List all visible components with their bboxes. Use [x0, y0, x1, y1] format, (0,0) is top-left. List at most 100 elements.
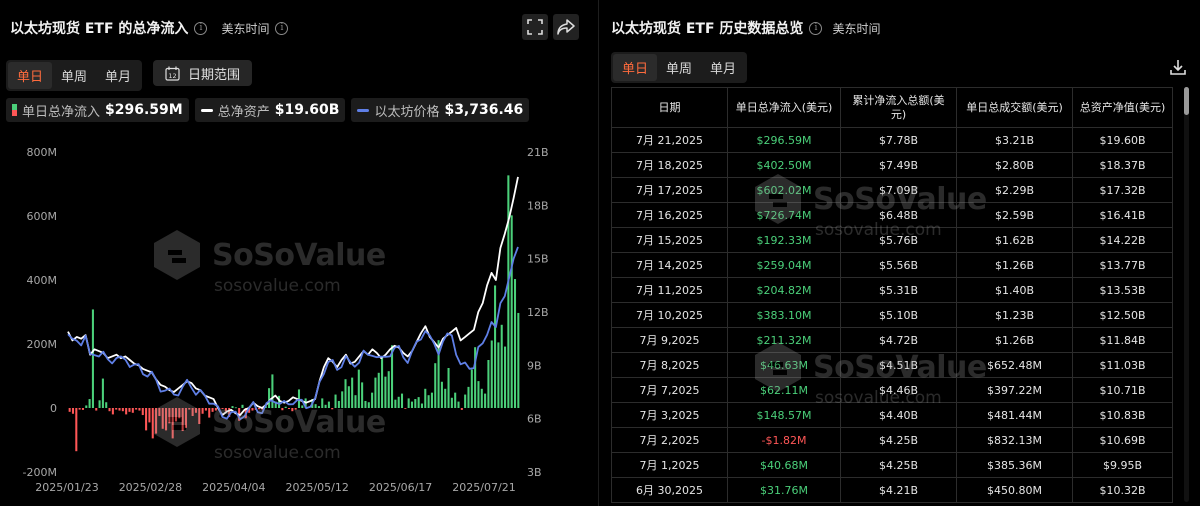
legend-eth-price[interactable]: 以太坊价格 $3,736.46	[351, 98, 530, 122]
inflow-bar	[131, 408, 134, 413]
table-cell: $13.77B	[1072, 252, 1173, 278]
table-cell: $4.51B	[840, 352, 957, 378]
inflow-bar	[178, 408, 181, 419]
inflow-bar	[374, 377, 377, 408]
fullscreen-icon[interactable]	[522, 14, 548, 40]
table-cell: 7月 7,2025	[611, 377, 728, 403]
table-cell: $6.48B	[840, 202, 957, 228]
table-row[interactable]: 7月 17,2025 $602.02M $7.09B $2.29B $17.32B	[611, 177, 1173, 203]
table-cell: $11.03B	[1072, 352, 1173, 378]
x-tick-label: 2025/01/23	[35, 481, 98, 494]
info-icon[interactable]: i	[809, 21, 823, 35]
inflow-bar	[145, 408, 148, 431]
table-cell: -$1.82M	[727, 427, 841, 453]
table-row[interactable]: 7月 9,2025 $211.32M $4.72B $1.26B $11.84B	[611, 327, 1173, 353]
table-row[interactable]: 7月 11,2025 $204.82M $5.31B $1.40B $13.53B	[611, 277, 1173, 303]
scrollbar-thumb[interactable]	[1184, 87, 1189, 115]
inflow-bar	[231, 406, 234, 408]
inflow-bar	[314, 404, 317, 408]
column-header[interactable]: 日期	[611, 87, 728, 128]
inflow-chart: 800M 600M 400M 200M 0 -200M 21B 18B 15B 12B 9B 6B 3B…	[23, 146, 549, 494]
table-cell: $450.80M	[956, 477, 1073, 503]
table-row[interactable]: 7月 16,2025 $726.74M $6.48B $2.59B $16.41B	[611, 202, 1173, 228]
table-cell: $62.11M	[727, 377, 841, 403]
table-row[interactable]: 7月 21,2025 $296.59M $7.78B $3.21B $19.60B	[611, 127, 1173, 153]
column-header[interactable]: 单日总净流入(美元)	[727, 87, 841, 128]
table-row[interactable]: 7月 2,2025 -$1.82M $4.25B $832.13M $10.69B	[611, 427, 1173, 453]
inflow-bar	[484, 393, 487, 408]
inflow-bar	[321, 398, 324, 408]
inflow-bar	[341, 391, 344, 408]
table-row[interactable]: 7月 7,2025 $62.11M $4.46B $397.22M $10.71B	[611, 377, 1173, 403]
svg-text:12: 12	[168, 72, 176, 80]
table-row[interactable]: 7月 1,2025 $40.68M $4.25B $385.36M $9.95B	[611, 452, 1173, 478]
table-cell: 7月 16,2025	[611, 202, 728, 228]
inflow-bar	[68, 408, 71, 412]
tab-monthly[interactable]: 单月	[96, 62, 140, 89]
tab-weekly[interactable]: 单周	[657, 54, 701, 81]
inflow-bar	[234, 407, 237, 409]
inflow-bar	[490, 340, 493, 408]
table-cell: $211.32M	[727, 327, 841, 353]
chart-legend: 单日总净流入 $296.59M 总净资产 $19.60B 以太坊价格 $3,73…	[6, 98, 530, 122]
inflow-bar	[221, 408, 224, 409]
table-scrollbar[interactable]	[1184, 87, 1189, 502]
table-row[interactable]: 7月 15,2025 $192.33M $5.76B $1.62B $14.22B	[611, 227, 1173, 253]
table-cell: $13.53B	[1072, 277, 1173, 303]
table-cell: $4.46B	[840, 377, 957, 403]
table-row[interactable]: 7月 14,2025 $259.04M $5.56B $1.26B $13.77B	[611, 252, 1173, 278]
inflow-bar	[400, 393, 404, 408]
column-header[interactable]: 单日总成交额(美元)	[956, 87, 1073, 128]
tab-daily[interactable]: 单日	[613, 54, 658, 81]
table-cell: $2.80B	[956, 152, 1073, 178]
table-cell: $46.63M	[727, 352, 841, 378]
inflow-bar	[121, 408, 124, 412]
table-cell: 7月 9,2025	[611, 327, 728, 353]
table-row[interactable]: 7月 8,2025 $46.63M $4.51B $652.48M $11.03B	[611, 352, 1173, 378]
inflow-bar	[351, 377, 354, 408]
table-cell: $10.83B	[1072, 402, 1173, 428]
y-right-tick-label: 21B	[527, 146, 549, 159]
table-cell: $10.71B	[1072, 377, 1173, 403]
table-row[interactable]: 7月 18,2025 $402.50M $7.49B $2.80B $18.37B	[611, 152, 1173, 178]
inflow-bar	[294, 408, 297, 410]
inflow-bar	[128, 408, 131, 412]
table-cell: $259.04M	[727, 252, 841, 278]
inflow-bar	[301, 405, 304, 408]
date-range-button[interactable]: 12 日期范围	[153, 60, 253, 86]
inflow-bar	[241, 404, 244, 408]
date-range-label: 日期范围	[188, 67, 241, 83]
inflow-bar	[191, 408, 194, 416]
inflow-bar	[364, 400, 367, 408]
download-icon[interactable]	[1167, 56, 1189, 78]
column-header[interactable]: 总资产净值(美元)	[1072, 87, 1173, 128]
table-cell: 7月 15,2025	[611, 227, 728, 253]
inflow-bar	[464, 394, 467, 408]
table-row[interactable]: 7月 10,2025 $383.10M $5.10B $1.23B $12.50B	[611, 302, 1173, 328]
tab-daily[interactable]: 单日	[8, 62, 53, 89]
table-cell: $16.41B	[1072, 202, 1173, 228]
y-left-tick-label: 600M	[27, 210, 58, 223]
tab-weekly[interactable]: 单周	[52, 62, 96, 89]
table-row[interactable]: 6月 30,2025 $31.76M $4.21B $450.80M $10.32B	[611, 477, 1173, 503]
info-icon[interactable]: i	[194, 21, 208, 35]
table-cell: $5.10B	[840, 302, 957, 328]
x-tick-label: 2025/06/17	[369, 481, 432, 494]
inflow-bar	[125, 408, 128, 415]
table-cell: $40.68M	[727, 452, 841, 478]
inflow-bar	[101, 378, 104, 408]
table-row[interactable]: 7月 3,2025 $148.57M $4.40B $481.44M $10.83B	[611, 402, 1173, 428]
table-cell: $5.31B	[840, 277, 957, 303]
legend-total-assets[interactable]: 总净资产 $19.60B	[194, 98, 346, 122]
tab-monthly[interactable]: 单月	[701, 54, 745, 81]
legend-inflow[interactable]: 单日总净流入 $296.59M	[6, 98, 189, 122]
table-cell: $5.76B	[840, 227, 957, 253]
column-header[interactable]: 累计净流入总额(美元)	[840, 87, 957, 128]
table-cell: $397.22M	[956, 377, 1073, 403]
table-cell: $1.23B	[956, 302, 1073, 328]
table-cell: $652.48M	[956, 352, 1073, 378]
table-cell: $3.21B	[956, 127, 1073, 153]
share-icon[interactable]	[553, 14, 579, 40]
timezone-info-icon[interactable]: i	[275, 21, 289, 35]
inflow-bar	[424, 388, 427, 408]
